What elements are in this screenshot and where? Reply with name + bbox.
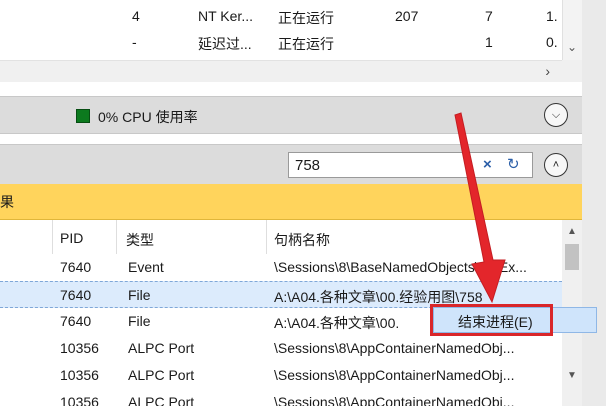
scroll-corner: [562, 60, 582, 82]
refresh-search-icon[interactable]: ↻: [507, 155, 520, 173]
process-table: 4 NT Ker... 正在运行 207 7 1. - 延迟过... 正在运行 …: [0, 0, 562, 60]
window-edge: [582, 0, 606, 406]
chevron-up-icon: ˄: [552, 159, 560, 171]
column-divider[interactable]: [116, 220, 117, 254]
clear-search-icon[interactable]: ×: [483, 156, 492, 173]
row-pid: 7640: [60, 287, 92, 303]
process-threads: 7: [485, 8, 493, 24]
column-header-pid[interactable]: PID: [60, 230, 83, 246]
process-threads: 1: [485, 34, 493, 50]
chevron-down-icon[interactable]: ⌄: [567, 40, 577, 54]
row-pid: 7640: [60, 313, 92, 329]
cpu-section-header[interactable]: 0% CPU 使用率 ⌵: [0, 96, 582, 134]
row-handle-name: \Sessions\8\AppContainerNamedObj...: [274, 340, 515, 356]
row-handle-name: \Sessions\8\BaseNamedObjects\SGEx...: [274, 259, 527, 275]
process-extra: 1.: [546, 8, 558, 24]
column-divider[interactable]: [52, 220, 53, 254]
results-label: 果: [0, 194, 14, 210]
cpu-usage-label: 0% CPU 使用率: [98, 109, 198, 125]
process-status: 正在运行: [278, 10, 334, 26]
process-status: 正在运行: [278, 36, 334, 52]
row-handle-name: A:\A04.各种文章\00.: [274, 315, 400, 331]
column-header-type[interactable]: 类型: [126, 230, 154, 250]
search-results-bar: 果: [0, 184, 582, 220]
column-divider[interactable]: [266, 220, 267, 254]
handle-search-input[interactable]: 758 × ↻: [288, 152, 533, 178]
search-value: 758: [295, 157, 321, 174]
scrollbar-thumb[interactable]: [565, 244, 579, 270]
highlight-box: [430, 304, 553, 336]
process-name: NT Ker...: [198, 8, 253, 24]
process-pid: 4: [132, 8, 140, 24]
row-type: File: [128, 287, 151, 303]
table-row[interactable]: 10356 ALPC Port \Sessions\8\AppContainer…: [0, 389, 562, 406]
row-type: ALPC Port: [128, 394, 195, 406]
process-handles: 207: [395, 8, 419, 24]
row-type: ALPC Port: [128, 340, 195, 356]
process-table-vscroll[interactable]: ⌄: [562, 0, 582, 60]
row-handle-name: \Sessions\8\AppContainerNamedObj...: [274, 367, 515, 383]
row-pid: 10356: [60, 394, 99, 406]
row-pid: 10356: [60, 340, 99, 356]
column-header-handle-name[interactable]: 句柄名称: [274, 230, 330, 250]
process-row[interactable]: - 延迟过... 正在运行 1 0.: [0, 30, 562, 56]
row-pid: 7640: [60, 259, 92, 275]
row-type: Event: [128, 259, 164, 275]
process-row[interactable]: 4 NT Ker... 正在运行 207 7 1.: [0, 4, 562, 30]
chevron-up-icon[interactable]: ▲: [567, 226, 577, 237]
table-row[interactable]: 10356 ALPC Port \Sessions\8\AppContainer…: [0, 335, 562, 362]
collapse-handles-button[interactable]: ˄: [544, 153, 568, 177]
table-row[interactable]: 10356 ALPC Port \Sessions\8\AppContainer…: [0, 362, 562, 389]
handles-search-strip: 758 × ↻ ˄: [0, 144, 582, 184]
row-type: File: [128, 313, 151, 329]
row-handle-name: \Sessions\8\AppContainerNamedObj...: [274, 394, 515, 406]
cpu-indicator-icon: [76, 109, 90, 123]
row-pid: 10356: [60, 367, 99, 383]
expand-cpu-button[interactable]: ⌵: [544, 103, 568, 127]
process-table-hscroll[interactable]: ›: [0, 60, 562, 82]
chevron-down-icon[interactable]: ▼: [567, 370, 577, 381]
row-type: ALPC Port: [128, 367, 195, 383]
process-extra: 0.: [546, 34, 558, 50]
chevron-right-icon[interactable]: ›: [545, 63, 550, 79]
process-pid: -: [132, 34, 137, 50]
chevron-down-icon: ⌵: [551, 108, 561, 121]
table-row[interactable]: 7640 Event \Sessions\8\BaseNamedObjects\…: [0, 254, 562, 281]
process-name: 延迟过...: [198, 36, 252, 52]
